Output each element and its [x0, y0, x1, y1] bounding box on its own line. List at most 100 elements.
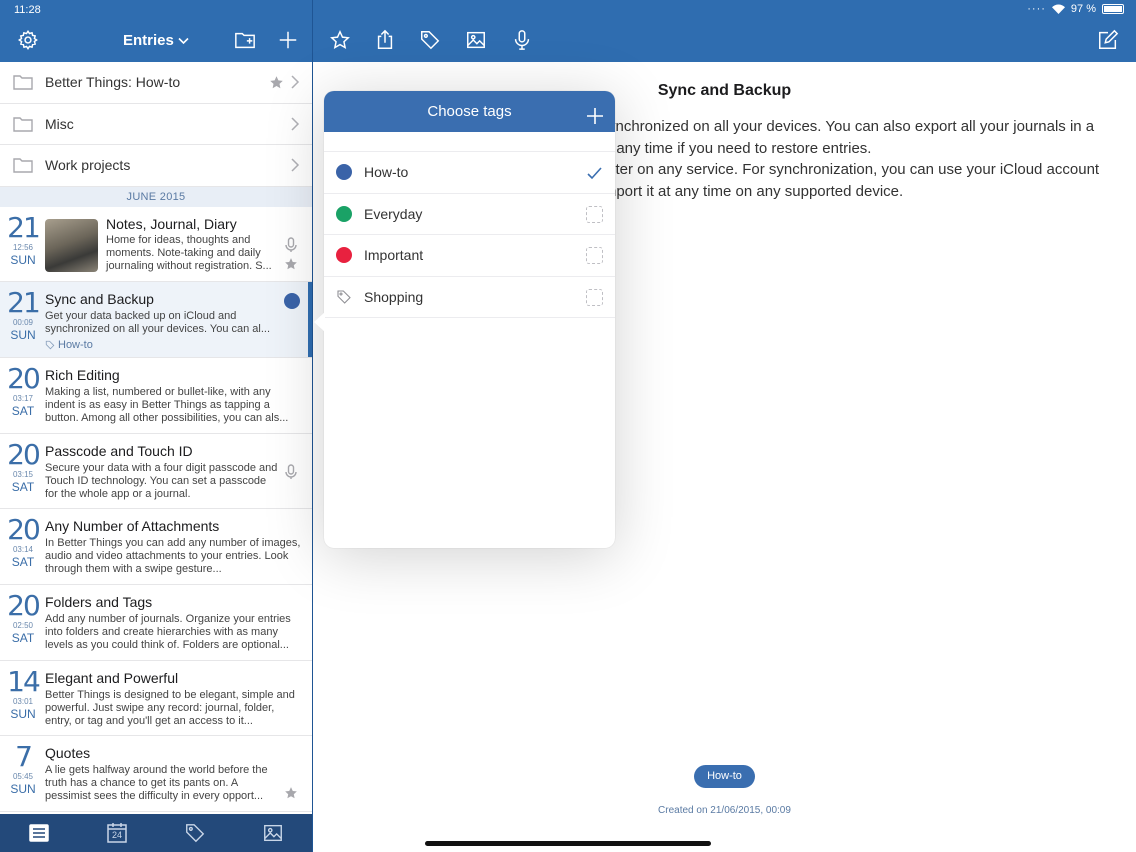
entry-time: 05:45 — [12, 772, 34, 782]
entry-tag: How-to — [45, 339, 93, 351]
chevron-right-icon — [290, 116, 300, 131]
entry-weekday: SAT — [11, 403, 35, 418]
entry-title: Notes, Journal, Diary — [106, 215, 237, 232]
entries-title-label: Entries — [123, 32, 174, 49]
tag-option-label: Important — [364, 247, 424, 264]
entry-weekday: SUN — [10, 328, 36, 343]
status-indicators: ···· 97 % — [1027, 3, 1124, 15]
folder-row[interactable]: Misc — [0, 104, 312, 145]
battery-icon — [1102, 4, 1124, 14]
image-icon[interactable] — [464, 28, 488, 52]
tag-icon — [45, 341, 55, 350]
entry-body-text[interactable]: ynchronized on all your devices. You can… — [608, 116, 1118, 202]
tag-option-label: Everyday — [364, 205, 423, 222]
entry-date: 21 00:09 SUN — [4, 286, 42, 343]
tag-option[interactable]: Important — [324, 235, 615, 277]
entry-date: 20 03:14 SAT — [4, 513, 42, 570]
folder-icon — [13, 116, 33, 132]
tag-option[interactable]: Everyday — [324, 194, 615, 235]
popover-header: Choose tags — [324, 91, 615, 132]
entry-title: Passcode and Touch ID — [45, 442, 193, 459]
sidebar-navbar: 11:28 Entries — [0, 0, 312, 62]
entry-row[interactable]: 20 03:14 SAT Any Number of Attachments I… — [0, 509, 312, 585]
entry-weekday: SUN — [10, 252, 36, 267]
media-tab-icon[interactable] — [262, 822, 284, 844]
popover-title: Choose tags — [427, 103, 512, 120]
entry-thumbnail — [45, 218, 98, 272]
entry-weekday: SAT — [11, 555, 35, 570]
chevron-right-icon — [290, 158, 300, 172]
entry-preview: Get your data backed up on iCloud and sy… — [45, 310, 271, 336]
list-tab-icon[interactable] — [28, 822, 50, 844]
entry-row[interactable]: 20 03:15 SAT Passcode and Touch ID Secur… — [0, 434, 312, 510]
entry-row[interactable]: 7 05:45 SUN Quotes A lie gets halfway ar… — [0, 736, 312, 812]
unchecked-box[interactable] — [586, 247, 603, 264]
tag-icon — [336, 289, 352, 305]
folder-row[interactable]: Work projects — [0, 145, 312, 187]
editor-toolbar: ···· 97 % — [313, 0, 1136, 62]
tag-color-dot — [284, 293, 300, 310]
tags-tab-icon[interactable] — [184, 822, 206, 844]
folder-icon — [13, 74, 33, 90]
entry-time: 00:09 — [12, 318, 34, 328]
tag-option-label: Shopping — [364, 288, 424, 305]
entry-preview: Making a list, numbered or bullet-like, … — [45, 385, 289, 424]
tag-color-dot — [336, 247, 352, 264]
gear-icon[interactable] — [16, 28, 40, 52]
folder-label: Work projects — [45, 157, 131, 174]
entry-date: 7 05:45 SUN — [4, 740, 42, 797]
entry-weekday: SUN — [10, 706, 36, 721]
wifi-icon — [1051, 4, 1065, 14]
battery-percent: 97 % — [1070, 3, 1096, 15]
entry-title: Any Number of Attachments — [45, 518, 220, 535]
tag-option[interactable]: How-to — [324, 152, 615, 194]
folder-row[interactable]: Better Things: How-to — [0, 62, 312, 104]
month-section-header: JUNE 2015 — [0, 186, 312, 207]
split-divider — [312, 0, 313, 852]
choose-tags-popover: Choose tags How-to Everyday Important Sh… — [324, 91, 615, 548]
entries-dropdown[interactable]: Entries — [123, 32, 189, 49]
microphone-icon[interactable] — [510, 28, 534, 52]
tag-option[interactable]: Shopping — [324, 277, 615, 318]
entry-day: 21 — [7, 210, 41, 244]
entry-row-selected[interactable]: 21 00:09 SUN Sync and Backup Get your da… — [0, 282, 312, 358]
star-icon[interactable] — [328, 28, 352, 52]
compose-icon[interactable] — [1096, 28, 1120, 52]
entry-day: 21 — [7, 286, 41, 320]
entry-weekday: SAT — [11, 479, 35, 494]
add-entry-icon[interactable] — [276, 28, 300, 52]
entry-weekday: SAT — [11, 630, 35, 645]
entry-date: 20 03:15 SAT — [4, 437, 42, 494]
entry-time: 12:56 — [12, 242, 34, 252]
entry-date: 14 03:01 SUN — [4, 666, 42, 721]
add-tag-icon[interactable] — [585, 101, 605, 124]
entry-row[interactable]: 21 12:56 SUN Notes, Journal, Diary Home … — [0, 207, 312, 283]
entry-row[interactable]: 14 03:01 SUN Elegant and Powerful Better… — [0, 661, 312, 737]
calendar-tab-icon[interactable]: 24 — [106, 822, 128, 844]
tag-chip[interactable]: How-to — [694, 765, 755, 788]
status-time: 11:28 — [14, 4, 41, 16]
tag-icon[interactable] — [418, 28, 442, 52]
share-icon[interactable] — [373, 28, 397, 52]
entry-day: 20 — [7, 437, 41, 471]
tag-option-label: How-to — [364, 164, 409, 181]
calendar-day: 24 — [111, 830, 122, 840]
entry-day: 20 — [7, 513, 41, 547]
tag-color-dot — [336, 164, 352, 181]
entry-weekday: SUN — [10, 782, 36, 797]
entry-row[interactable]: 20 02:50 SAT Folders and Tags Add any nu… — [0, 585, 312, 661]
new-folder-icon[interactable] — [233, 28, 257, 52]
chevron-right-icon — [290, 75, 300, 89]
entry-tag-label: How-to — [58, 339, 93, 352]
entry-preview: Add any number of journals. Organize you… — [45, 612, 291, 651]
entry-day: 7 — [15, 740, 33, 774]
unchecked-box[interactable] — [586, 288, 603, 306]
entry-preview: Better Things is designed to be elegant,… — [45, 688, 295, 727]
entry-row[interactable]: 20 03:17 SAT Rich Editing Making a list,… — [0, 358, 312, 434]
entry-time: 02:50 — [12, 620, 34, 630]
home-indicator — [425, 841, 711, 846]
star-icon — [269, 75, 284, 90]
unchecked-box[interactable] — [586, 205, 603, 223]
entry-title: Rich Editing — [45, 366, 120, 383]
popover-arrow — [314, 312, 325, 332]
